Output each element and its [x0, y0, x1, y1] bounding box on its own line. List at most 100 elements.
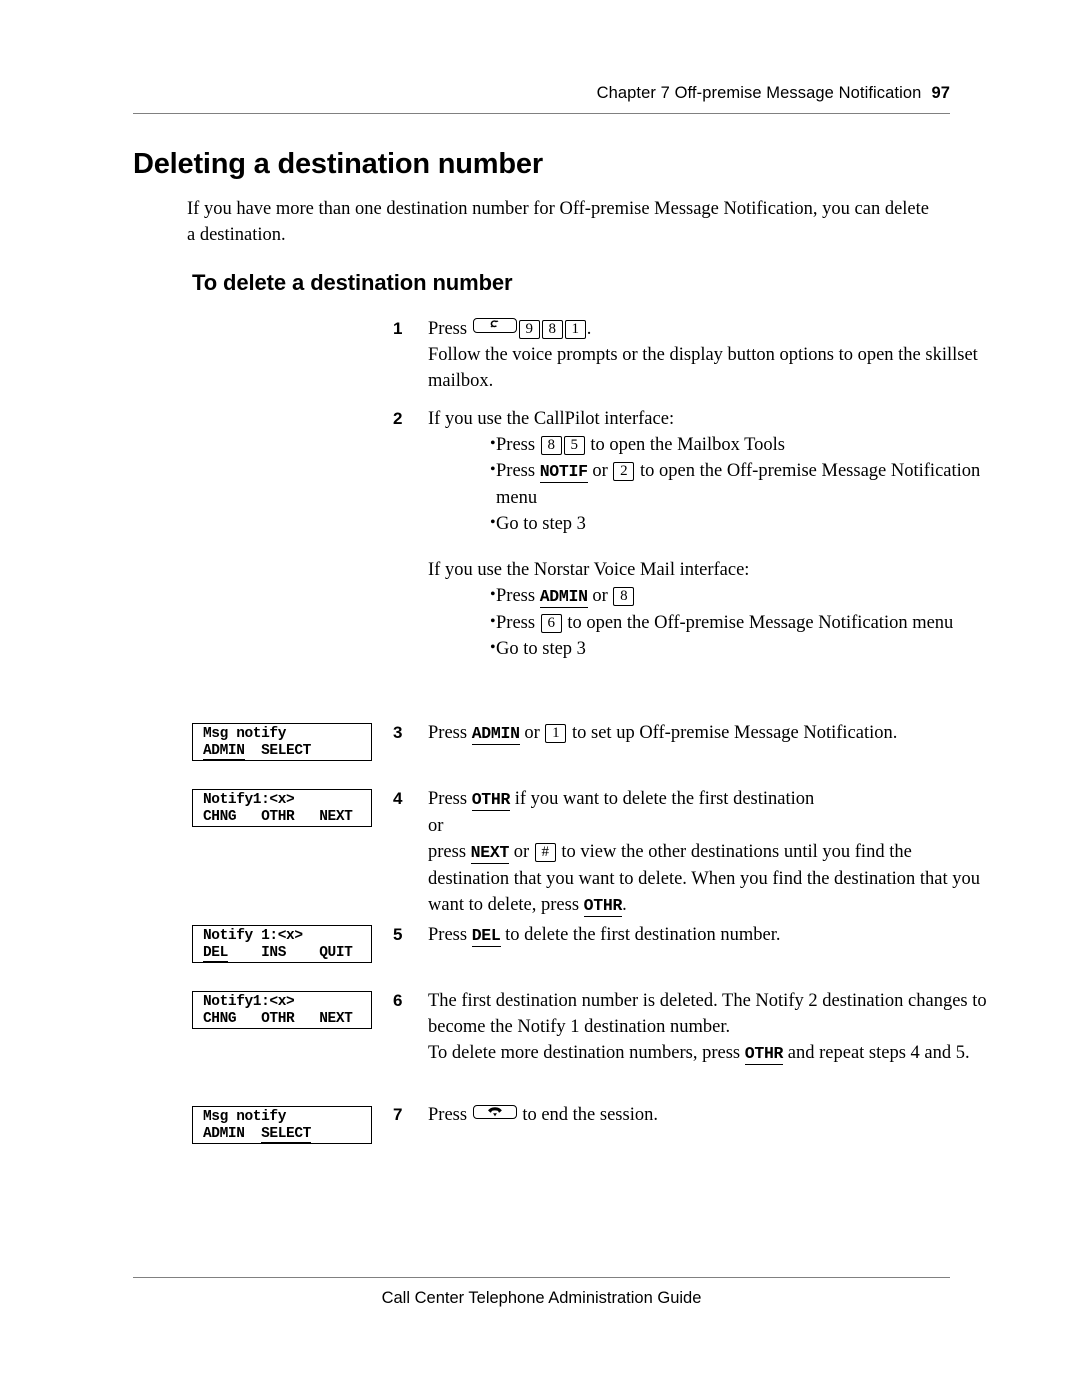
- lcd-softkey-select: SELECT: [261, 1125, 311, 1143]
- step-body: If you use the CallPilot interface: • Pre…: [428, 406, 988, 662]
- step-body: Press 981. Follow the voice prompts or t…: [428, 316, 988, 394]
- step-body: Press OTHR if you want to delete the fir…: [428, 786, 993, 919]
- lcd-softkey-del: DEL: [203, 944, 228, 962]
- softkey-othr[interactable]: OTHR: [744, 1044, 783, 1065]
- softkey-del[interactable]: DEL: [471, 926, 501, 947]
- step-line: Press DEL to delete the first destinatio…: [428, 922, 993, 949]
- press-label: press: [428, 842, 467, 862]
- step-body: Press DEL to delete the first destinatio…: [428, 922, 993, 949]
- lcd-softkey-quit: QUIT: [319, 944, 353, 961]
- step-line: Press to end the session.: [428, 1102, 993, 1128]
- lcd-gap: [236, 1011, 261, 1027]
- key-1[interactable]: 1: [564, 320, 586, 339]
- norstar-intro: If you use the Norstar Voice Mail interf…: [428, 560, 750, 580]
- key-6[interactable]: 6: [540, 614, 562, 633]
- step-body: Press to end the session.: [428, 1102, 993, 1128]
- lcd-display-notify1-del: Notify 1:<x> DEL INS QUIT: [192, 925, 372, 963]
- step-number: 6: [393, 991, 403, 1010]
- release-key[interactable]: [472, 1105, 517, 1119]
- intro-paragraph: If you have more than one destination nu…: [187, 199, 929, 245]
- or-label: or: [592, 586, 608, 606]
- step-6: 6 The first destination number is delete…: [393, 988, 993, 1067]
- lcd-softkey-chng: CHNG: [203, 1010, 237, 1027]
- list-item: • Press 85 to open the Mailbox Tools: [428, 432, 988, 458]
- lcd-softkey-chng: CHNG: [203, 808, 237, 825]
- bullet-icon: •: [490, 435, 496, 452]
- step-line-2: To delete more destination numbers, pres…: [428, 1040, 993, 1067]
- lcd-row1: Notify1:<x>: [203, 792, 295, 808]
- step-text: to end the session.: [522, 1105, 658, 1125]
- step-text-pre: To delete more destination numbers, pres…: [428, 1043, 741, 1063]
- item-text: Go to step 3: [496, 639, 586, 659]
- or-label: or: [524, 723, 540, 743]
- key-8[interactable]: 8: [613, 587, 635, 606]
- or-label: or: [513, 842, 530, 862]
- lcd-softkey-select: SELECT: [261, 742, 311, 759]
- step-2: 2 If you use the CallPilot interface: • P…: [393, 406, 988, 662]
- step-4: 4 Press OTHR if you want to delete the f…: [393, 786, 993, 919]
- press-label: Press: [428, 319, 468, 339]
- lcd-gap: [286, 945, 319, 961]
- step-line-2: Follow the voice prompts or the display …: [428, 345, 978, 391]
- lcd-softkey-next: NEXT: [319, 808, 353, 825]
- item-text: to open the Mailbox Tools: [590, 435, 785, 455]
- lcd-display-msg-notify-select: Msg notify ADMIN SELECT: [192, 1106, 372, 1144]
- lcd-row2: CHNG OTHR NEXT: [203, 809, 371, 826]
- list-item: • Press ADMIN or 8: [428, 583, 988, 610]
- step-line-1: Press OTHR if you want to delete the fir…: [428, 786, 993, 813]
- lcd-softkey-ins: INS: [261, 944, 287, 961]
- footer-rule: [133, 1277, 950, 1278]
- bullet-icon: •: [490, 514, 496, 531]
- key-8[interactable]: 8: [540, 436, 562, 455]
- key-2[interactable]: 2: [613, 462, 635, 481]
- step-line-1: The first destination number is deleted.…: [428, 991, 987, 1037]
- document-page: Chapter 7 Off-premise Message Notificati…: [0, 0, 1080, 1397]
- step-text-post: and repeat steps 4 and 5.: [787, 1043, 970, 1063]
- or-label: or: [592, 461, 608, 481]
- softkey-admin[interactable]: ADMIN: [539, 587, 588, 608]
- press-label: Press: [496, 461, 536, 481]
- softkey-othr[interactable]: OTHR: [471, 790, 510, 811]
- list-item: • Go to step 3: [428, 511, 988, 537]
- header-rule: [133, 113, 950, 114]
- step-body: Press ADMIN or 1 to set up Off-premise M…: [428, 720, 993, 747]
- step-number: 7: [393, 1105, 403, 1124]
- lcd-display-msg-notify-admin: Msg notify ADMIN SELECT: [192, 723, 372, 761]
- key-1[interactable]: 1: [545, 724, 567, 743]
- sentence-period: .: [622, 895, 627, 915]
- feature-key[interactable]: [472, 318, 517, 333]
- sentence-period: .: [586, 319, 592, 339]
- lcd-row1: Notify 1:<x>: [203, 928, 303, 944]
- section-subtitle: To delete a destination number: [192, 270, 513, 295]
- step-line-2: or: [428, 816, 444, 836]
- bullet-icon: •: [490, 639, 496, 656]
- softkey-admin[interactable]: ADMIN: [471, 724, 520, 745]
- key-8[interactable]: 8: [541, 320, 563, 339]
- softkey-othr-2[interactable]: OTHR: [583, 896, 622, 917]
- press-label: Press: [496, 613, 536, 633]
- bullet-icon: •: [490, 461, 496, 478]
- lcd-gap: [245, 743, 262, 759]
- item-text: to open the Off-premise Message Notifica…: [567, 613, 954, 633]
- softkey-next[interactable]: NEXT: [470, 843, 509, 864]
- lcd-softkey-othr: OTHR: [261, 808, 295, 825]
- lcd-gap: [228, 945, 261, 961]
- key-pound[interactable]: #: [534, 843, 556, 862]
- press-label: Press: [428, 723, 468, 743]
- key-9[interactable]: 9: [518, 320, 540, 339]
- callpilot-bullet-list: • Press 85 to open the Mailbox Tools • Pre…: [428, 432, 988, 537]
- softkey-notif[interactable]: NOTIF: [539, 462, 588, 483]
- step-text: to set up Off-premise Message Notificati…: [572, 723, 898, 743]
- key-5[interactable]: 5: [563, 436, 585, 455]
- step-number: 1: [393, 319, 403, 338]
- step-line: Press ADMIN or 1 to set up Off-premise M…: [428, 720, 993, 747]
- list-item: • Press NOTIF or 2 to open the Off-premis…: [428, 458, 988, 511]
- lcd-row2: CHNG OTHR NEXT: [203, 1011, 371, 1028]
- lcd-row2: ADMIN SELECT: [203, 742, 371, 760]
- lcd-row2: DEL INS QUIT: [203, 944, 371, 962]
- lcd-softkey-admin: ADMIN: [203, 1125, 245, 1142]
- step-text: if you want to delete the first destinat…: [514, 789, 815, 809]
- press-label: Press: [428, 925, 468, 945]
- running-footer: Call Center Telephone Administration Gui…: [381, 1289, 702, 1307]
